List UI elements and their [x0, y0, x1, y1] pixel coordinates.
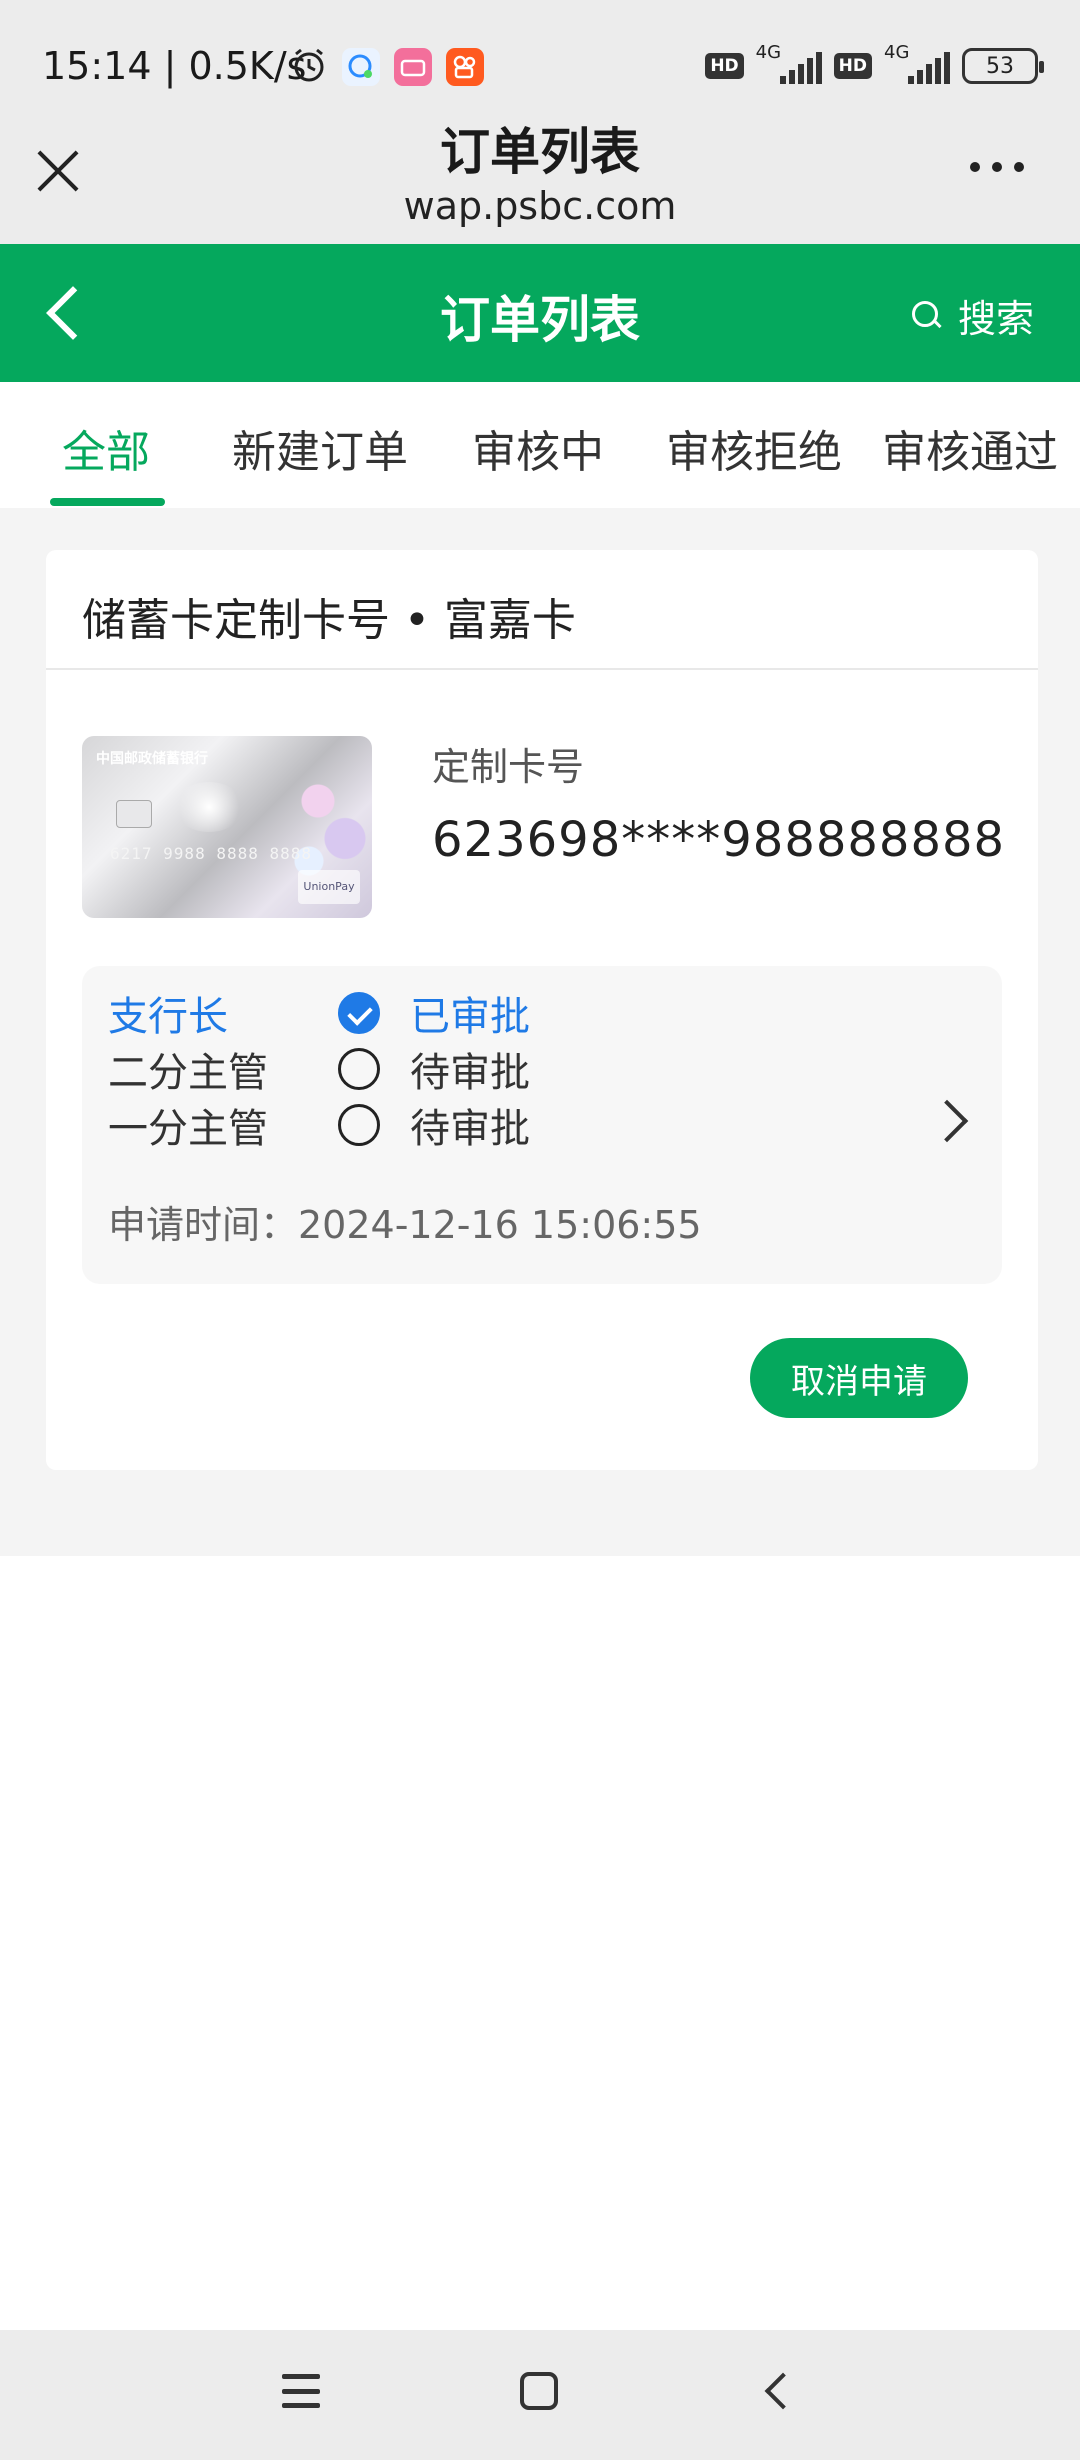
checked-icon: [338, 992, 380, 1034]
unchecked-icon: [338, 1104, 380, 1146]
app-bar: 订单列表 搜索: [0, 244, 1080, 382]
hd-badge: HD: [705, 53, 744, 79]
battery-icon: 53: [962, 48, 1044, 84]
menu-icon[interactable]: [282, 2374, 320, 2408]
card-flare: [174, 782, 244, 832]
browser-url: wap.psbc.com: [403, 184, 677, 228]
battery-level: 53: [986, 53, 1014, 79]
search-label: 搜索: [957, 297, 1034, 341]
chevron-right-icon[interactable]: [925, 1099, 969, 1143]
bank-card-image: 中国邮政储蓄银行 6217 9988 8888 8888 UnionPay: [82, 736, 372, 918]
cancel-application-button[interactable]: 取消申请: [750, 1338, 968, 1418]
tab-rejected[interactable]: 审核拒绝: [666, 416, 842, 480]
apply-time: 申请时间：2024-12-16 15:06:55: [108, 1203, 702, 1247]
tab-all[interactable]: 全部: [62, 416, 150, 480]
more-options-icon[interactable]: [970, 162, 1024, 172]
divider: [46, 668, 1038, 670]
status-app-icons: [290, 46, 484, 88]
order-card[interactable]: 储蓄卡定制卡号 • 富嘉卡 中国邮政储蓄银行 6217 9988 8888 88…: [46, 550, 1038, 1470]
custom-number-label: 定制卡号: [432, 745, 585, 789]
approval-status: 待审批: [410, 1050, 530, 1096]
approver-role: 一分主管: [108, 1106, 268, 1152]
signal-icon: 4G: [884, 42, 950, 84]
status-time: 15:14 | 0.5K/s: [42, 44, 307, 88]
search-button[interactable]: 搜索: [911, 288, 1034, 343]
signal-icon: 4G: [756, 42, 822, 84]
tab-new-order[interactable]: 新建订单: [232, 416, 408, 480]
tab-reviewing[interactable]: 审核中: [472, 416, 604, 480]
approval-row: 二分主管 待审批: [108, 1042, 530, 1096]
approval-row: 支行长 已审批: [108, 986, 530, 1040]
bank-logo: 中国邮政储蓄银行: [96, 751, 208, 767]
network-label: 4G: [755, 42, 782, 63]
status-indicators: HD 4G HD 4G 53: [705, 42, 1044, 84]
order-card-title: 储蓄卡定制卡号 • 富嘉卡: [82, 595, 576, 646]
alarm-icon: [290, 46, 328, 88]
home-icon[interactable]: [520, 2372, 558, 2410]
approver-role: 二分主管: [108, 1050, 268, 1096]
tab-bar: 全部 新建订单 审核中 审核拒绝 审核通过: [0, 382, 1080, 508]
system-nav-bar: [0, 2330, 1080, 2460]
unchecked-icon: [338, 1048, 380, 1090]
chip-icon: [116, 800, 152, 828]
custom-card-number: 623698****988888888: [432, 812, 1006, 868]
search-icon: [911, 300, 942, 331]
tab-approved[interactable]: 审核通过: [882, 416, 1058, 480]
bilibili-app-icon: [394, 48, 432, 86]
kuaishou-app-icon: [446, 48, 484, 86]
approval-status: 已审批: [410, 994, 530, 1040]
approval-status-panel[interactable]: 支行长 已审批 二分主管 待审批 一分主管 待审批 申请时间：2024-12-1…: [82, 966, 1002, 1284]
hd-badge: HD: [833, 53, 872, 79]
card-emboss-number: 6217 9988 8888 8888: [110, 844, 313, 863]
unionpay-logo: UnionPay: [298, 870, 360, 904]
back-nav-icon[interactable]: [764, 2372, 802, 2410]
approver-role: 支行长: [108, 994, 228, 1040]
chat-app-icon: [342, 48, 380, 86]
approval-row: 一分主管 待审批: [108, 1098, 530, 1152]
approval-status: 待审批: [410, 1106, 530, 1152]
active-tab-indicator: [50, 498, 165, 506]
browser-header: 订单列表 wap.psbc.com: [0, 123, 1080, 244]
network-label: 4G: [884, 42, 910, 63]
browser-title: 订单列表: [440, 123, 640, 181]
